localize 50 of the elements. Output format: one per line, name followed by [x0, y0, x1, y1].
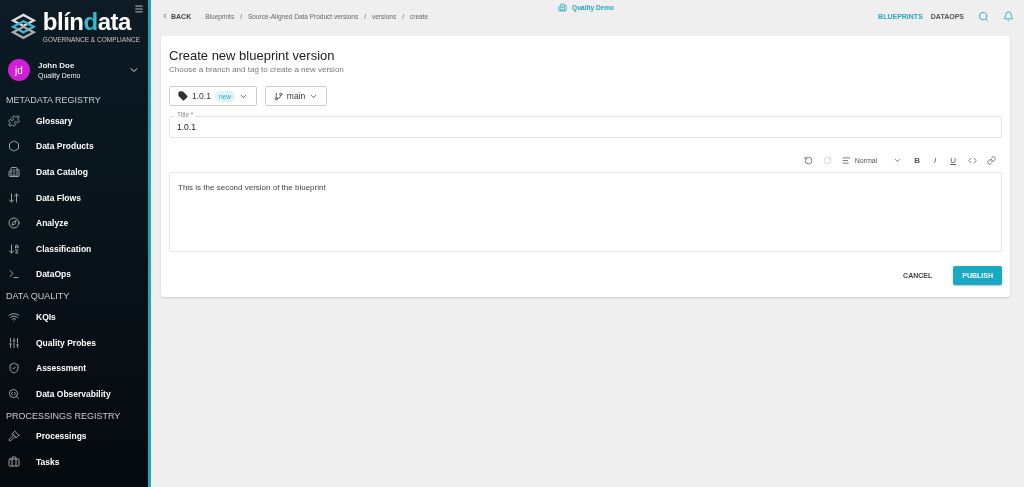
user-avatar: jd: [8, 59, 30, 81]
user-name: John Doe: [38, 61, 76, 70]
building-icon: [558, 3, 568, 12]
nav-item[interactable]: DataOps: [0, 261, 148, 288]
section-title: METADATA REGISTRY: [5, 94, 102, 107]
page-title: Create new blueprint version: [169, 48, 336, 63]
tag-icon: [178, 91, 188, 101]
nav-item[interactable]: Tasks: [0, 449, 148, 475]
menu-collapse-icon[interactable]: [134, 4, 144, 14]
nav-item[interactable]: Data Observability: [0, 380, 148, 407]
code-button[interactable]: [968, 155, 977, 165]
briefcase-icon: [8, 455, 20, 468]
brand-name: blíndata: [42, 8, 133, 36]
nav-item[interactable]: KQIs: [0, 304, 148, 330]
format-button[interactable]: U: [948, 155, 958, 165]
chevron-left-icon: [161, 12, 169, 20]
hexagon-icon: [8, 140, 20, 153]
arrows-icon: [8, 191, 20, 204]
search-icon[interactable]: [978, 11, 989, 22]
rich-text-editor[interactable]: This is the second version of the blueprint: [169, 172, 1002, 252]
sliders-icon: [8, 336, 20, 349]
nav-item[interactable]: Quality Probes: [0, 329, 148, 356]
nav-item[interactable]: Data Flows: [0, 184, 148, 211]
section-title: PROCESSINGS REGISTRY: [5, 409, 122, 423]
branch-select[interactable]: main: [264, 86, 328, 106]
nav-item[interactable]: Glossary: [0, 108, 148, 134]
format-button[interactable]: I: [932, 155, 939, 165]
nav-item[interactable]: Data Catalog: [0, 159, 148, 185]
nav-item[interactable]: Analyze: [0, 210, 148, 236]
notification-bell-icon[interactable]: [1003, 11, 1014, 22]
nav-item[interactable]: Assessment: [0, 355, 148, 381]
page-subtitle: Choose a branch and tag to create a new version: [169, 65, 345, 74]
signal-icon: [8, 310, 20, 323]
align-left-icon: [841, 155, 851, 165]
branch-icon: [273, 91, 283, 101]
az-icon: [8, 242, 20, 255]
link-button[interactable]: [987, 155, 996, 165]
search-chart-icon: [8, 387, 20, 400]
compass-icon: [8, 217, 20, 230]
nav-item[interactable]: Classification: [0, 235, 148, 262]
gavel-icon: [8, 430, 20, 443]
section-title: DATA QUALITY: [5, 290, 71, 304]
nav-item[interactable]: Data Products: [0, 133, 148, 160]
format-button[interactable]: B: [912, 155, 922, 165]
puzzle-icon: [8, 114, 20, 127]
building-icon: [8, 166, 20, 178]
shield-check-icon: [8, 362, 20, 375]
terminal-icon: [8, 268, 20, 281]
undo-button[interactable]: [803, 155, 813, 165]
nav-item[interactable]: Processings: [0, 423, 148, 450]
